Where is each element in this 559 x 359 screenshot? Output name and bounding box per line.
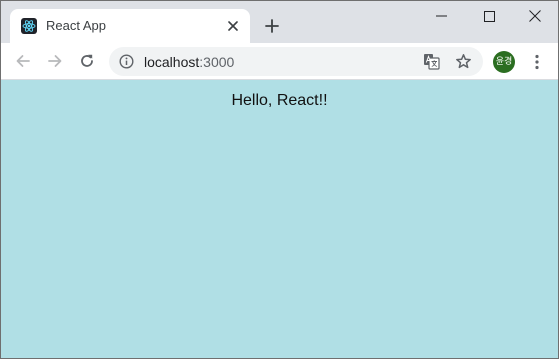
- url-port: :3000: [199, 54, 235, 70]
- window-close-icon[interactable]: [512, 1, 558, 31]
- tab-title: React App: [46, 18, 106, 33]
- reload-icon[interactable]: [74, 48, 100, 74]
- minimize-icon[interactable]: [419, 1, 465, 31]
- kebab-menu-icon[interactable]: [527, 51, 547, 73]
- info-icon[interactable]: [119, 54, 134, 69]
- star-icon[interactable]: [455, 53, 472, 70]
- page-viewport: Hello, React!!: [1, 81, 558, 358]
- url-text[interactable]: localhost:3000: [144, 54, 234, 70]
- close-icon[interactable]: [225, 18, 241, 34]
- tab-strip: React App: [1, 1, 558, 43]
- translate-icon[interactable]: [423, 53, 440, 70]
- page-heading: Hello, React!!: [231, 92, 328, 109]
- maximize-icon[interactable]: [466, 1, 512, 31]
- browser-window: React App localhost:3000 윤경 Hello, React…: [0, 0, 559, 359]
- profile-avatar[interactable]: 윤경: [493, 51, 515, 73]
- react-logo-icon: [21, 18, 37, 34]
- arrow-right-icon[interactable]: [42, 48, 68, 74]
- browser-toolbar: localhost:3000 윤경: [1, 43, 558, 80]
- url-host: localhost: [144, 54, 200, 70]
- address-bar[interactable]: localhost:3000: [109, 47, 483, 76]
- arrow-left-icon[interactable]: [10, 48, 36, 74]
- tab-react-app[interactable]: React App: [10, 9, 250, 43]
- plus-icon[interactable]: [260, 14, 284, 38]
